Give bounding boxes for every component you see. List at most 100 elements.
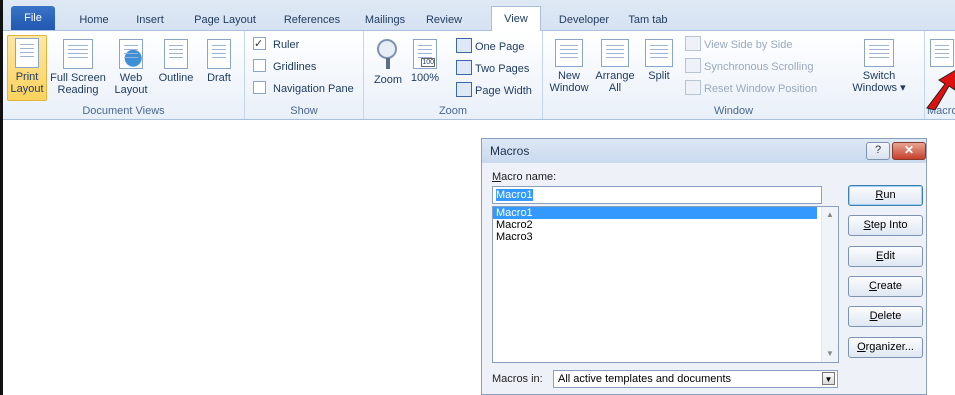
- close-icon: ✕: [903, 143, 915, 157]
- create-button[interactable]: Create: [848, 276, 923, 297]
- view-side-by-side-button[interactable]: View Side by Side: [685, 35, 792, 55]
- split-button[interactable]: Split: [641, 35, 677, 82]
- navigation-pane-checkbox[interactable]: Navigation Pane: [253, 79, 354, 99]
- red-arrow-icon: [926, 70, 955, 110]
- print-layout-icon: [15, 38, 39, 68]
- full-screen-reading-button[interactable]: Full Screen Reading: [49, 35, 107, 96]
- macro-list-scrollbar[interactable]: ▲ ▼: [821, 207, 838, 362]
- create-mnemonic: C: [868, 280, 877, 292]
- ruler-checkbox[interactable]: Ruler: [253, 34, 299, 55]
- outline-label: Outline: [158, 72, 194, 84]
- page-100-icon: 100: [413, 39, 437, 69]
- view-side-by-side-icon: [685, 36, 701, 51]
- group-label-show: Show: [290, 105, 318, 117]
- page-width-icon: [456, 82, 472, 97]
- edit-button[interactable]: Edit: [848, 246, 923, 267]
- macros-icon: [930, 39, 954, 67]
- step-into-button[interactable]: Step Into: [848, 215, 923, 236]
- new-window-button[interactable]: New Window: [549, 35, 589, 94]
- synchronous-scrolling-button[interactable]: Synchronous Scrolling: [685, 57, 813, 77]
- macro-name-value: Macro1: [496, 189, 533, 201]
- tab-page-layout[interactable]: Page Layout: [189, 10, 261, 30]
- switch-windows-button[interactable]: Switch Windows ▾: [849, 35, 909, 94]
- organizer-button[interactable]: Organizer...: [848, 337, 923, 358]
- new-window-label-1: New: [557, 70, 580, 82]
- tab-tam-tab[interactable]: Tam tab: [623, 10, 673, 30]
- macros-in-value: All active templates and documents: [558, 373, 732, 385]
- two-pages-button[interactable]: Two Pages: [456, 59, 529, 79]
- tab-mailings[interactable]: Mailings: [359, 10, 411, 30]
- synchronous-scrolling-label: Synchronous Scrolling: [704, 61, 814, 73]
- group-window: New Window Arrange All Split View Side b…: [543, 31, 925, 119]
- edit-label: dit: [883, 250, 895, 262]
- macro-name-label-text: acro name:: [501, 171, 557, 183]
- list-item[interactable]: Macro3: [493, 231, 817, 243]
- macros-in-label: Macros in:: [492, 373, 543, 385]
- step-into-mnemonic: S: [863, 219, 871, 231]
- dialog-titlebar[interactable]: Macros ? ✕: [482, 139, 926, 163]
- ruler-check-icon: [253, 34, 266, 54]
- full-screen-label-1: Full Screen: [50, 72, 106, 84]
- macro-list[interactable]: Macro1 Macro2 Macro3 ▲ ▼: [492, 206, 839, 363]
- tab-insert[interactable]: Insert: [129, 10, 171, 30]
- arrange-all-icon: [601, 39, 629, 67]
- delete-label: elete: [877, 310, 902, 322]
- page-width-button[interactable]: Page Width: [456, 81, 532, 101]
- gridlines-label: Gridlines: [273, 61, 317, 73]
- tab-home[interactable]: Home: [73, 10, 115, 30]
- delete-button[interactable]: Delete: [848, 306, 923, 327]
- list-item[interactable]: Macro2: [493, 219, 817, 231]
- new-window-icon: [555, 39, 583, 67]
- scroll-up-icon[interactable]: ▲: [822, 207, 838, 223]
- list-item[interactable]: Macro1: [493, 207, 817, 219]
- zoom-100-button[interactable]: 100 100%: [408, 35, 442, 84]
- group-label-document-views: Document Views: [82, 105, 165, 117]
- one-page-button[interactable]: One Page: [456, 37, 525, 57]
- tab-file[interactable]: File: [11, 6, 55, 30]
- web-layout-button[interactable]: Web Layout: [111, 35, 151, 96]
- arrange-all-label-1: Arrange: [595, 70, 635, 82]
- zoom-label: Zoom: [373, 74, 403, 86]
- view-side-by-side-label: View Side by Side: [704, 39, 793, 51]
- draft-button[interactable]: Draft: [199, 35, 239, 84]
- print-layout-button[interactable]: Print Layout: [7, 35, 47, 101]
- close-button[interactable]: ✕: [892, 142, 926, 160]
- group-label-window: Window: [713, 105, 754, 117]
- magnifier-icon: [377, 39, 397, 69]
- one-page-label: One Page: [475, 41, 525, 53]
- scroll-down-icon[interactable]: ▼: [822, 346, 838, 362]
- arrange-all-button[interactable]: Arrange All: [593, 35, 637, 94]
- navigation-pane-label: Navigation Pane: [273, 83, 354, 95]
- chevron-down-icon[interactable]: ▼: [822, 372, 835, 385]
- group-document-views: Print Layout Full Screen Reading Web Lay…: [3, 31, 245, 119]
- reset-window-position-button[interactable]: Reset Window Position: [685, 79, 817, 99]
- tab-view[interactable]: View: [491, 6, 541, 31]
- web-layout-label-2: Layout: [114, 84, 148, 96]
- ribbon: Print Layout Full Screen Reading Web Lay…: [3, 31, 955, 120]
- tab-references[interactable]: References: [277, 10, 347, 30]
- macro-name-input[interactable]: Macro1: [492, 186, 822, 204]
- switch-windows-icon: [864, 39, 894, 67]
- reset-window-position-label: Reset Window Position: [704, 83, 818, 95]
- split-label: Split: [648, 70, 670, 82]
- macros-in-select[interactable]: All active templates and documents ▼: [553, 370, 838, 388]
- switch-windows-label-2: Windows ▾: [852, 82, 906, 94]
- macros-button[interactable]: [929, 35, 955, 70]
- new-window-label-2: Window: [549, 82, 589, 94]
- tab-review[interactable]: Review: [423, 10, 465, 30]
- zoom-button[interactable]: Zoom: [370, 35, 406, 86]
- group-label-zoom: Zoom: [438, 105, 468, 117]
- gridlines-checkbox[interactable]: Gridlines: [253, 57, 316, 77]
- macro-name-label-mnemonic: M: [492, 171, 502, 183]
- group-show: Ruler Gridlines Navigation Pane Show: [245, 31, 364, 119]
- group-zoom: Zoom 100 100% One Page Two Pages Page Wi…: [364, 31, 543, 119]
- arrange-all-label-2: All: [608, 82, 622, 94]
- outline-button[interactable]: Outline: [155, 35, 197, 84]
- help-button[interactable]: ?: [866, 142, 890, 160]
- create-label: reate: [876, 280, 903, 292]
- synchronous-scrolling-icon: [685, 58, 701, 73]
- tab-developer[interactable]: Developer: [555, 10, 613, 30]
- run-button[interactable]: Run: [848, 185, 923, 206]
- organizer-label: rganizer...: [865, 341, 914, 353]
- split-icon: [645, 39, 673, 67]
